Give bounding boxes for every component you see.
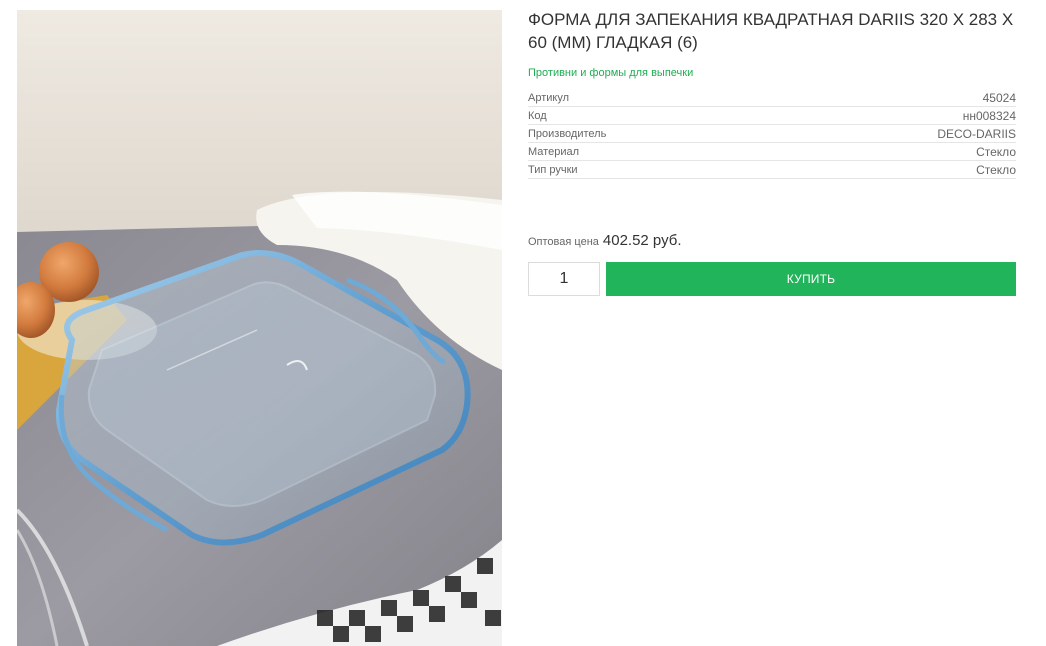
spec-label: Артикул xyxy=(528,91,570,104)
category-link[interactable]: Противни и формы для выпечки xyxy=(528,67,693,79)
product-page: ФОРМА ДЛЯ ЗАПЕКАНИЯ КВАДРАТНАЯ DARIIS 32… xyxy=(0,0,1046,646)
spec-label: Код xyxy=(528,109,547,122)
quantity-input[interactable] xyxy=(528,262,600,296)
product-image[interactable] xyxy=(17,10,502,646)
price-value: 402.52 руб. xyxy=(602,232,682,249)
spec-row-manufacturer: Производитель DECO-DARIIS xyxy=(528,125,1016,143)
spec-label: Тип ручки xyxy=(528,163,578,176)
price-line: Оптовая цена 402.52 руб. xyxy=(528,232,1016,249)
spec-label: Материал xyxy=(528,145,579,158)
spec-value: Стекло xyxy=(976,162,1016,177)
spec-row-article: Артикул 45024 xyxy=(528,89,1016,107)
spec-row-material: Материал Стекло xyxy=(528,143,1016,161)
spec-value: Стекло xyxy=(976,144,1016,159)
buy-button[interactable]: КУПИТЬ xyxy=(606,262,1016,296)
spec-value: нн008324 xyxy=(962,108,1016,123)
product-info: ФОРМА ДЛЯ ЗАПЕКАНИЯ КВАДРАТНАЯ DARIIS 32… xyxy=(528,8,1016,296)
buy-row: КУПИТЬ xyxy=(528,262,1016,296)
spec-row-handle-type: Тип ручки Стекло xyxy=(528,161,1016,179)
spec-label: Производитель xyxy=(528,127,607,140)
spec-value: 45024 xyxy=(982,90,1016,105)
product-title: ФОРМА ДЛЯ ЗАПЕКАНИЯ КВАДРАТНАЯ DARIIS 32… xyxy=(528,10,1014,52)
spec-value: DECO-DARIIS xyxy=(937,126,1016,141)
price-label: Оптовая цена xyxy=(528,236,599,248)
specs-table: Артикул 45024 Код нн008324 Производитель… xyxy=(528,89,1016,179)
spec-row-code: Код нн008324 xyxy=(528,107,1016,125)
